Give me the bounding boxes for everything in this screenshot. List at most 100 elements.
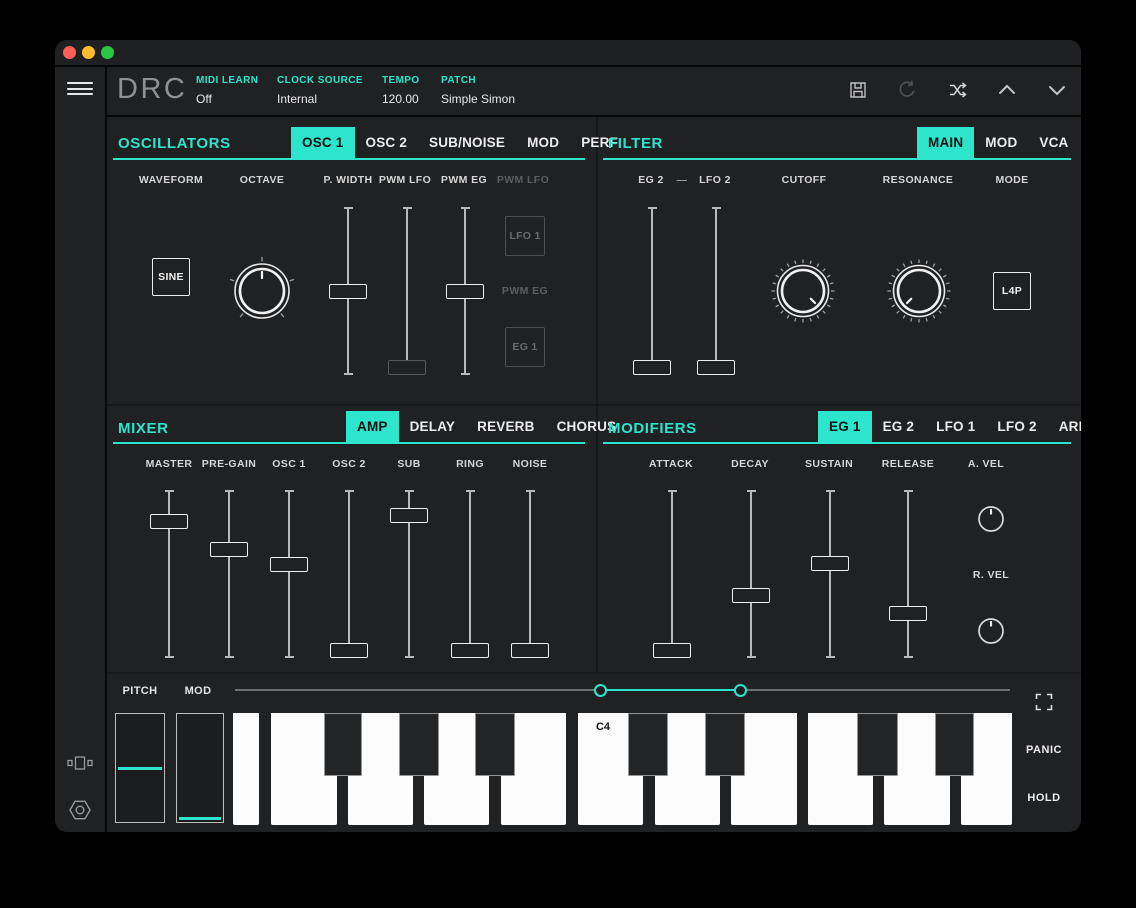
tab-osc-1[interactable]: OSC 1 bbox=[291, 127, 355, 158]
slider-handle[interactable] bbox=[633, 360, 671, 375]
slider-handle[interactable] bbox=[732, 588, 770, 603]
pwm-lfo-label: PWM LFO bbox=[379, 174, 431, 186]
pwm-route-pwm-eg-option[interactable]: PWM EG bbox=[502, 285, 548, 297]
release-slider[interactable] bbox=[886, 490, 930, 658]
slider-handle[interactable] bbox=[811, 556, 849, 571]
clock-source-value[interactable]: Internal bbox=[277, 92, 363, 106]
slider-handle[interactable] bbox=[889, 606, 927, 621]
sustain-slider[interactable] bbox=[808, 490, 852, 658]
keyboard-range-slider[interactable] bbox=[235, 683, 1010, 697]
slider-handle[interactable] bbox=[653, 643, 691, 658]
resonance-knob[interactable] bbox=[881, 253, 957, 329]
zoom-window-button[interactable] bbox=[101, 46, 114, 59]
slider-handle[interactable] bbox=[210, 542, 248, 557]
save-icon[interactable] bbox=[847, 79, 869, 101]
tab-osc-2[interactable]: OSC 2 bbox=[355, 127, 419, 158]
mix-sub-slider[interactable] bbox=[387, 490, 431, 658]
pwm-eg-slider[interactable] bbox=[443, 207, 487, 375]
attack-slider[interactable] bbox=[650, 490, 694, 658]
tab-filter-mod[interactable]: MOD bbox=[974, 127, 1028, 158]
modifiers-underline bbox=[603, 442, 1071, 444]
decay-slider[interactable] bbox=[729, 490, 773, 658]
tab-mod[interactable]: MOD bbox=[516, 127, 570, 158]
master-slider[interactable] bbox=[147, 490, 191, 658]
tab-lfo2[interactable]: LFO 2 bbox=[986, 411, 1047, 442]
slider-handle[interactable] bbox=[697, 360, 735, 375]
patch-value[interactable]: Simple Simon bbox=[441, 92, 515, 106]
tab-lfo1[interactable]: LFO 1 bbox=[925, 411, 986, 442]
pre-gain-slider[interactable] bbox=[207, 490, 251, 658]
settings-gear-icon[interactable] bbox=[68, 798, 92, 822]
slider-handle[interactable] bbox=[330, 643, 368, 658]
mod-wheel[interactable] bbox=[176, 713, 224, 823]
slider-handle[interactable] bbox=[451, 643, 489, 658]
range-handle-low[interactable] bbox=[594, 684, 607, 697]
minimize-window-button[interactable] bbox=[82, 46, 95, 59]
key-e3[interactable] bbox=[233, 713, 259, 825]
slider-track bbox=[651, 207, 653, 375]
tab-filter-vca[interactable]: VCA bbox=[1028, 127, 1079, 158]
tab-filter-main[interactable]: MAIN bbox=[917, 127, 974, 158]
hold-button[interactable]: HOLD bbox=[1027, 792, 1060, 804]
tab-eg1[interactable]: EG 1 bbox=[818, 411, 872, 442]
mix-ring-slider[interactable] bbox=[448, 490, 492, 658]
r-vel-knob[interactable] bbox=[976, 616, 1006, 646]
p-width-slider[interactable] bbox=[326, 207, 370, 375]
tempo-control[interactable]: TEMPO 120.00 bbox=[382, 75, 420, 106]
pwm-route-lfo1-button[interactable]: LFO 1 bbox=[505, 216, 545, 256]
menu-icon[interactable] bbox=[67, 82, 93, 99]
slider-handle[interactable] bbox=[270, 557, 308, 572]
mix-noise-slider[interactable] bbox=[508, 490, 552, 658]
tab-eg2[interactable]: EG 2 bbox=[872, 411, 926, 442]
slider-handle[interactable] bbox=[388, 360, 426, 375]
mix-osc2-slider[interactable] bbox=[327, 490, 371, 658]
clock-source-label: CLOCK SOURCE bbox=[277, 75, 363, 86]
tab-sub-noise[interactable]: SUB/NOISE bbox=[418, 127, 516, 158]
tab-reverb[interactable]: REVERB bbox=[466, 411, 545, 442]
range-handle-high[interactable] bbox=[734, 684, 747, 697]
midi-learn-control[interactable]: MIDI LEARN Off bbox=[196, 75, 258, 106]
pwm-lfo-slider[interactable] bbox=[385, 207, 429, 375]
tempo-value[interactable]: 120.00 bbox=[382, 92, 420, 106]
key-gsharp4[interactable] bbox=[935, 713, 974, 776]
patch-down-icon[interactable] bbox=[1046, 79, 1068, 101]
filter-lfo2-slider[interactable] bbox=[694, 207, 738, 375]
a-vel-knob[interactable] bbox=[976, 504, 1006, 534]
tab-amp[interactable]: AMP bbox=[346, 411, 399, 442]
key-gsharp3[interactable] bbox=[399, 713, 439, 776]
key-csharp4[interactable] bbox=[628, 713, 668, 776]
attack-label: ATTACK bbox=[649, 458, 693, 470]
cutoff-knob[interactable] bbox=[765, 253, 841, 329]
key-fsharp3[interactable] bbox=[324, 713, 362, 776]
midi-controller-icon[interactable] bbox=[67, 756, 93, 770]
slider-handle[interactable] bbox=[511, 643, 549, 658]
filter-mode-button[interactable]: L4P bbox=[993, 272, 1031, 310]
clock-source-control[interactable]: CLOCK SOURCE Internal bbox=[277, 75, 363, 106]
key-asharp3[interactable] bbox=[475, 713, 515, 776]
mix-osc1-slider[interactable] bbox=[267, 490, 311, 658]
cutoff-label: CUTOFF bbox=[782, 174, 827, 186]
mix-ring-label: RING bbox=[456, 458, 484, 470]
undo-icon[interactable] bbox=[896, 79, 918, 101]
tab-arp[interactable]: ARP bbox=[1048, 411, 1081, 442]
slider-handle[interactable] bbox=[390, 508, 428, 523]
filter-eg2-slider[interactable] bbox=[630, 207, 674, 375]
close-window-button[interactable] bbox=[63, 46, 76, 59]
panic-button[interactable]: PANIC bbox=[1026, 744, 1062, 756]
fullscreen-icon[interactable] bbox=[1035, 693, 1053, 711]
octave-knob[interactable] bbox=[224, 253, 300, 329]
pitch-wheel[interactable] bbox=[115, 713, 165, 823]
slider-handle[interactable] bbox=[446, 284, 484, 299]
slider-handle[interactable] bbox=[329, 284, 367, 299]
keyboard[interactable]: C4 bbox=[233, 713, 1012, 825]
patch-up-icon[interactable] bbox=[996, 79, 1018, 101]
waveform-button[interactable]: SINE bbox=[152, 258, 190, 296]
slider-handle[interactable] bbox=[150, 514, 188, 529]
key-dsharp4[interactable] bbox=[705, 713, 745, 776]
midi-learn-value[interactable]: Off bbox=[196, 92, 258, 106]
pwm-route-eg1-button[interactable]: EG 1 bbox=[505, 327, 545, 367]
key-fsharp4[interactable] bbox=[857, 713, 898, 776]
patch-control[interactable]: PATCH Simple Simon bbox=[441, 75, 515, 106]
randomize-icon[interactable] bbox=[947, 79, 969, 101]
tab-delay[interactable]: DELAY bbox=[399, 411, 467, 442]
